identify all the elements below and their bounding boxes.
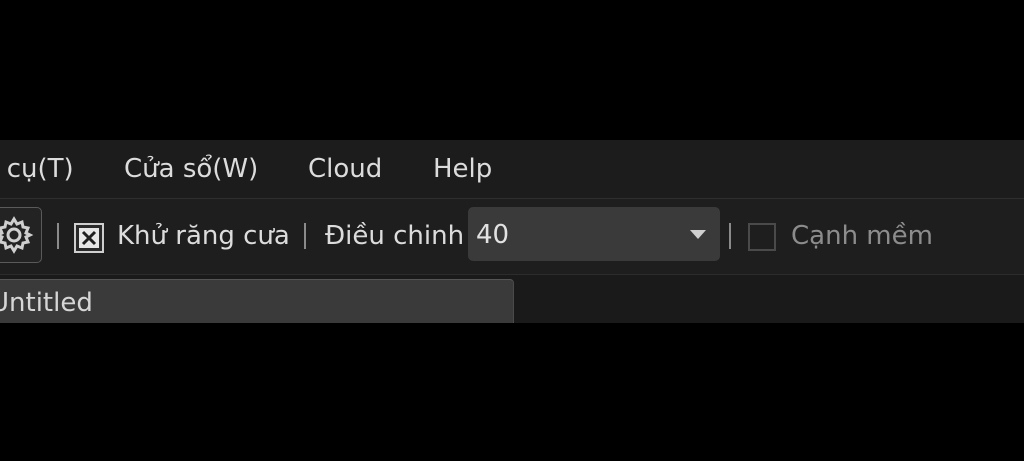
menu-item-help[interactable]: Help xyxy=(433,140,492,198)
adjust-dropdown-value: 40 xyxy=(476,220,510,250)
antialias-label: Khử răng cưa xyxy=(117,221,290,251)
settings-button[interactable] xyxy=(0,207,42,263)
antialias-checkbox[interactable] xyxy=(74,223,104,253)
options-toolbar: Khử răng cưa Điều chinh 40 Cạnh mềm xyxy=(0,199,1024,275)
menu-bar: ụ cụ(T) Cửa sổ(W) Cloud Help xyxy=(0,140,1024,199)
app-window: ụ cụ(T) Cửa sổ(W) Cloud Help Khử ră xyxy=(0,0,1024,461)
menu-item-cloud[interactable]: Cloud xyxy=(308,140,382,198)
adjust-dropdown[interactable]: 40 xyxy=(468,207,720,261)
check-x-icon xyxy=(79,228,99,248)
soft-edge-label: Cạnh mềm xyxy=(791,221,933,251)
document-tab[interactable]: Untitled xyxy=(0,279,514,323)
toolbar-separator xyxy=(57,223,59,249)
document-tab-label: Untitled xyxy=(0,288,93,318)
menu-item-tools[interactable]: ụ cụ(T) xyxy=(0,140,74,198)
document-tab-bar: Untitled xyxy=(0,275,1024,323)
soft-edge-checkbox[interactable] xyxy=(748,223,776,251)
adjust-label: Điều chinh xyxy=(325,221,465,251)
menu-item-window[interactable]: Cửa sổ(W) xyxy=(124,140,258,198)
toolbar-separator xyxy=(304,223,306,249)
chevron-down-icon xyxy=(690,230,706,239)
toolbar-separator xyxy=(729,223,731,249)
